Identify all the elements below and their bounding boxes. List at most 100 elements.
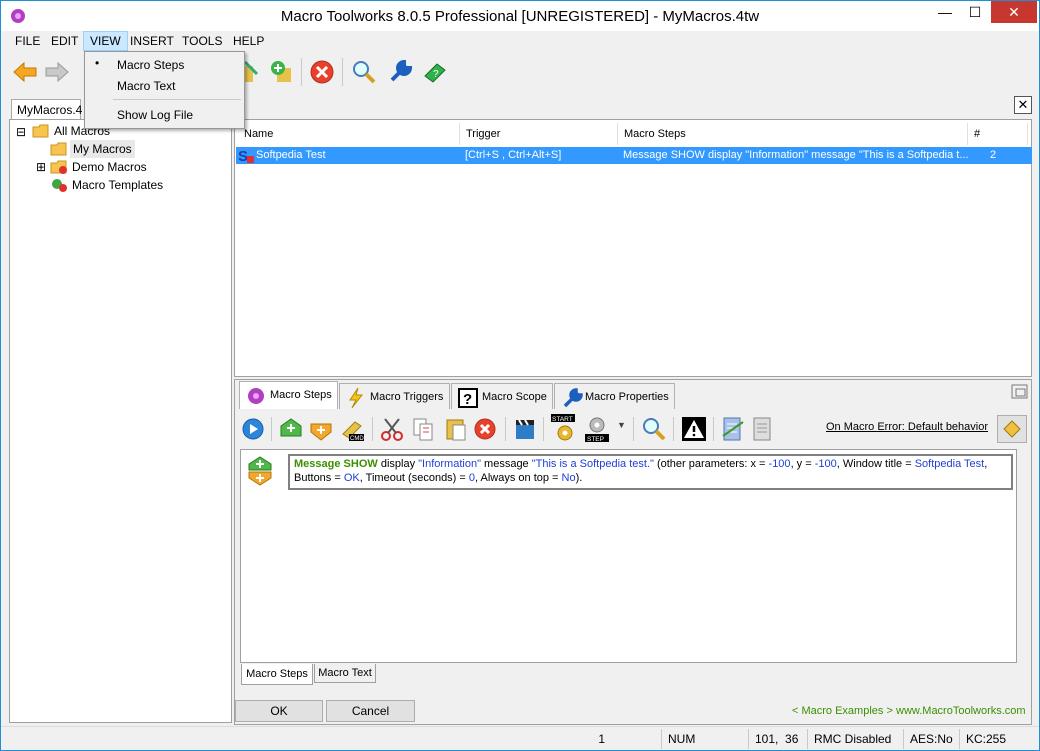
toolbar-separator bbox=[633, 417, 634, 441]
diamond-icon bbox=[1003, 420, 1021, 438]
step-text: , bbox=[984, 458, 988, 470]
macro-s-icon: S bbox=[238, 148, 254, 164]
clapper-icon[interactable] bbox=[513, 416, 537, 442]
cancel-button[interactable]: Cancel bbox=[326, 700, 415, 722]
forward-arrow-icon[interactable] bbox=[43, 58, 71, 86]
status-kc: KC:255 bbox=[959, 729, 1029, 749]
step-command: Message bbox=[294, 458, 341, 470]
play-icon[interactable] bbox=[241, 417, 265, 441]
menu-item-macro-steps[interactable]: Macro Steps bbox=[87, 55, 242, 75]
warning-icon[interactable] bbox=[681, 416, 707, 442]
enable-step-icon[interactable] bbox=[721, 416, 745, 442]
step-value: OK bbox=[343, 472, 360, 484]
find-icon[interactable] bbox=[641, 416, 667, 442]
menu-help[interactable]: HELP bbox=[227, 31, 270, 51]
step-text: , Always on top = bbox=[475, 472, 562, 484]
ok-button[interactable]: OK bbox=[235, 700, 323, 722]
website-link[interactable]: www.MacroToolworks.com bbox=[896, 705, 1026, 717]
folder-open-icon bbox=[50, 142, 67, 156]
bottom-tab-macro-steps[interactable]: Macro Steps bbox=[241, 664, 313, 685]
close-button[interactable]: ✕ bbox=[991, 1, 1037, 23]
toolbar-separator bbox=[372, 417, 373, 441]
step-text: display bbox=[377, 458, 419, 470]
on-error-link[interactable]: On Macro Error: Default behavior bbox=[826, 421, 988, 433]
templates-disabled-icon bbox=[52, 179, 67, 192]
tree-expander-demo[interactable]: ⊞ bbox=[36, 158, 46, 176]
menu-item-show-log[interactable]: Show Log File bbox=[87, 105, 242, 125]
close-panel-button[interactable]: ✕ bbox=[1014, 96, 1032, 114]
column-header-steps[interactable]: Macro Steps bbox=[618, 123, 968, 145]
title-bar[interactable]: Macro Toolworks 8.0.5 Professional [UNRE… bbox=[1, 1, 1039, 31]
cut-icon[interactable] bbox=[379, 416, 405, 442]
tree-item-macro-templates[interactable]: Macro Templates bbox=[72, 176, 163, 194]
toolbar-separator bbox=[301, 58, 302, 86]
view-dropdown-menu: • Macro Steps Macro Text Show Log File bbox=[84, 51, 245, 129]
tab-macro-scope[interactable]: ? Macro Scope bbox=[451, 383, 553, 409]
tab-macro-steps[interactable]: Macro Steps bbox=[239, 381, 338, 409]
row-trigger: [Ctrl+S , Ctrl+Alt+S] bbox=[465, 149, 562, 161]
menu-view[interactable]: VIEW bbox=[83, 31, 128, 51]
macro-examples-link[interactable]: < Macro Examples > bbox=[792, 705, 893, 717]
step-value: Softpedia Test bbox=[914, 458, 985, 470]
insert-step-below-icon[interactable] bbox=[309, 420, 333, 442]
tab-label: Macro Scope bbox=[482, 391, 547, 403]
folder-open-icon bbox=[32, 124, 49, 138]
svg-text:S: S bbox=[238, 148, 248, 164]
column-header-count[interactable]: # bbox=[968, 123, 1028, 145]
tab-macro-triggers[interactable]: Macro Triggers bbox=[339, 383, 450, 409]
chevron-down-icon[interactable]: ▼ bbox=[617, 420, 626, 430]
step-value: -100 bbox=[814, 458, 837, 470]
insert-step-above-icon[interactable] bbox=[279, 416, 303, 438]
toolbar-separator bbox=[342, 58, 343, 86]
tree-item-demo-macros[interactable]: Demo Macros bbox=[72, 158, 147, 176]
tab-label: Macro Properties bbox=[585, 391, 669, 403]
macro-editor-panel: Macro Steps Macro Triggers ? Macro Scope… bbox=[234, 379, 1032, 725]
menu-edit[interactable]: EDIT bbox=[45, 31, 84, 51]
step-item[interactable]: Message SHOW display "Information" messa… bbox=[288, 454, 1013, 490]
add-macro-icon[interactable] bbox=[267, 58, 295, 86]
maximize-button[interactable]: ☐ bbox=[961, 1, 989, 23]
row-name: Softpedia Test bbox=[256, 149, 326, 161]
start-gears-icon[interactable]: START bbox=[551, 414, 579, 442]
back-arrow-icon[interactable] bbox=[11, 58, 39, 86]
toolbar-separator bbox=[673, 417, 674, 441]
tree-item-my-macros[interactable]: My Macros bbox=[70, 140, 135, 158]
menu-file[interactable]: FILE bbox=[9, 31, 46, 51]
table-row[interactable]: S Softpedia Test [Ctrl+S , Ctrl+Alt+S] M… bbox=[236, 147, 1032, 164]
window-title: Macro Toolworks 8.0.5 Professional [UNRE… bbox=[280, 8, 760, 25]
copy-icon[interactable] bbox=[411, 416, 437, 442]
menu-insert[interactable]: INSERT bbox=[124, 31, 180, 51]
step-value: No bbox=[561, 472, 576, 484]
step-text: Buttons = bbox=[294, 472, 344, 484]
column-header-name[interactable]: Name bbox=[238, 123, 460, 145]
bottom-tab-macro-text[interactable]: Macro Text bbox=[314, 664, 376, 683]
settings-wrench-icon[interactable] bbox=[386, 58, 414, 86]
row-steps: Message SHOW display "Information" messa… bbox=[623, 149, 968, 161]
step-gears-icon[interactable]: STEP bbox=[585, 414, 613, 442]
help-book-icon[interactable]: ? bbox=[421, 58, 449, 86]
delete-icon[interactable] bbox=[308, 58, 336, 86]
tree-file-tab[interactable]: MyMacros.4 bbox=[11, 99, 82, 120]
row-count: 2 bbox=[990, 149, 997, 161]
insert-command-icon[interactable]: CMD bbox=[339, 416, 365, 442]
steps-editor[interactable]: Message SHOW display "Information" messa… bbox=[240, 449, 1017, 663]
error-options-button[interactable] bbox=[997, 415, 1027, 443]
tree-expander-all[interactable]: ⊟ bbox=[16, 123, 26, 141]
step-value: -100 bbox=[768, 458, 791, 470]
status-aes: AES:No bbox=[903, 729, 958, 749]
svg-text:?: ? bbox=[463, 391, 472, 408]
step-marker-icon[interactable] bbox=[247, 456, 273, 486]
column-header-trigger[interactable]: Trigger bbox=[460, 123, 618, 145]
toolbar-separator bbox=[505, 417, 506, 441]
menu-tools[interactable]: TOOLS bbox=[176, 31, 228, 51]
disable-step-icon[interactable] bbox=[751, 416, 775, 442]
restore-panel-icon[interactable] bbox=[1011, 384, 1029, 400]
toolbar-separator bbox=[713, 417, 714, 441]
menu-divider bbox=[113, 99, 241, 100]
minimize-button[interactable]: — bbox=[931, 1, 959, 23]
paste-icon[interactable] bbox=[443, 416, 469, 442]
delete-step-icon[interactable] bbox=[473, 417, 497, 441]
tab-macro-properties[interactable]: Macro Properties bbox=[554, 383, 675, 409]
menu-item-macro-text[interactable]: Macro Text bbox=[87, 76, 242, 96]
search-icon[interactable] bbox=[350, 58, 378, 86]
